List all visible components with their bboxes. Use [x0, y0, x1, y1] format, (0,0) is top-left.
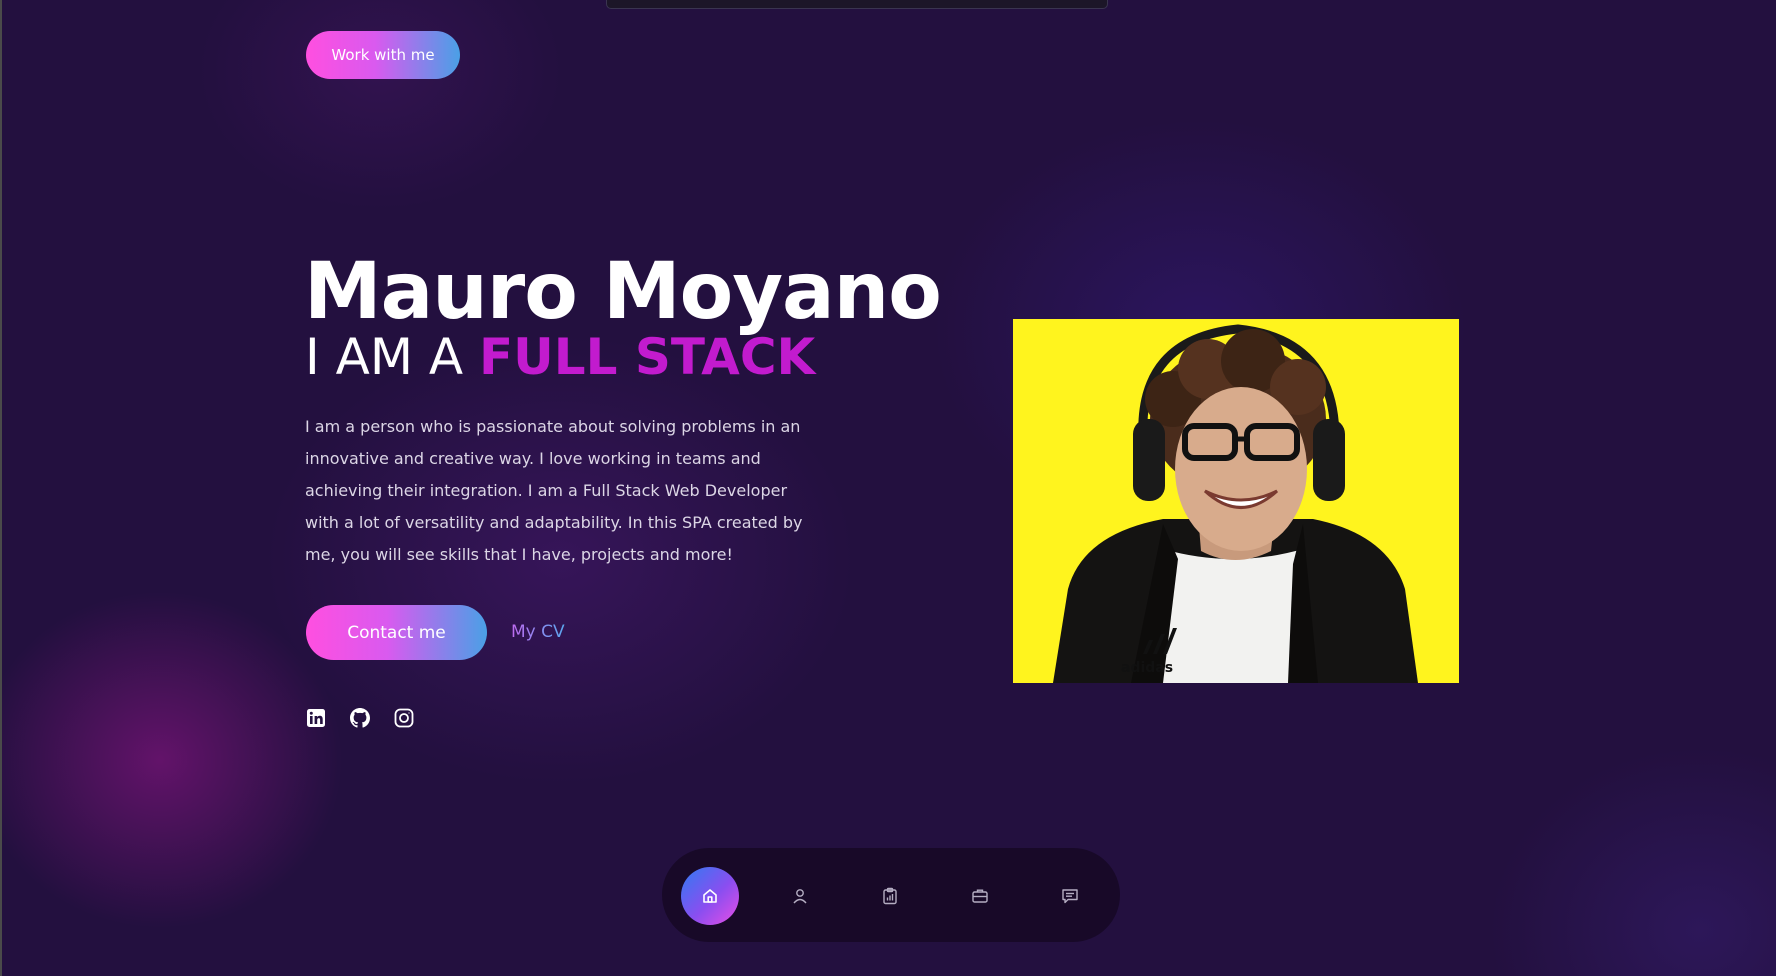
- contact-me-button[interactable]: Contact me: [306, 605, 487, 660]
- role-highlight: FULL STACK: [479, 328, 816, 386]
- hero-description: I am a person who is passionate about so…: [305, 417, 803, 564]
- top-overlay-panel: [606, 0, 1108, 9]
- nav-contact[interactable]: [1041, 867, 1099, 925]
- user-icon: [793, 889, 807, 904]
- hero-role: I AM A FULL STACK: [305, 326, 815, 388]
- github-icon[interactable]: [349, 707, 371, 729]
- message-icon: [1062, 889, 1078, 904]
- nav-about[interactable]: [771, 867, 829, 925]
- work-with-me-button[interactable]: Work with me: [306, 31, 460, 79]
- linkedin-icon[interactable]: [305, 707, 327, 729]
- clipboard-chart-icon: [883, 887, 897, 905]
- nav-portfolio[interactable]: [951, 867, 1009, 925]
- nav-home[interactable]: [681, 867, 739, 925]
- my-cv-link[interactable]: My CV: [511, 620, 565, 644]
- window-left-edge: [0, 0, 2, 976]
- bottom-nav: [662, 848, 1120, 942]
- home-icon: [703, 889, 717, 903]
- nav-skills[interactable]: [861, 867, 919, 925]
- role-prefix: I AM A: [305, 328, 464, 386]
- profile-photo: adidas: [1013, 319, 1459, 683]
- shirt-logo-text: adidas: [1121, 660, 1173, 676]
- briefcase-icon: [972, 889, 988, 903]
- instagram-icon[interactable]: [393, 707, 415, 729]
